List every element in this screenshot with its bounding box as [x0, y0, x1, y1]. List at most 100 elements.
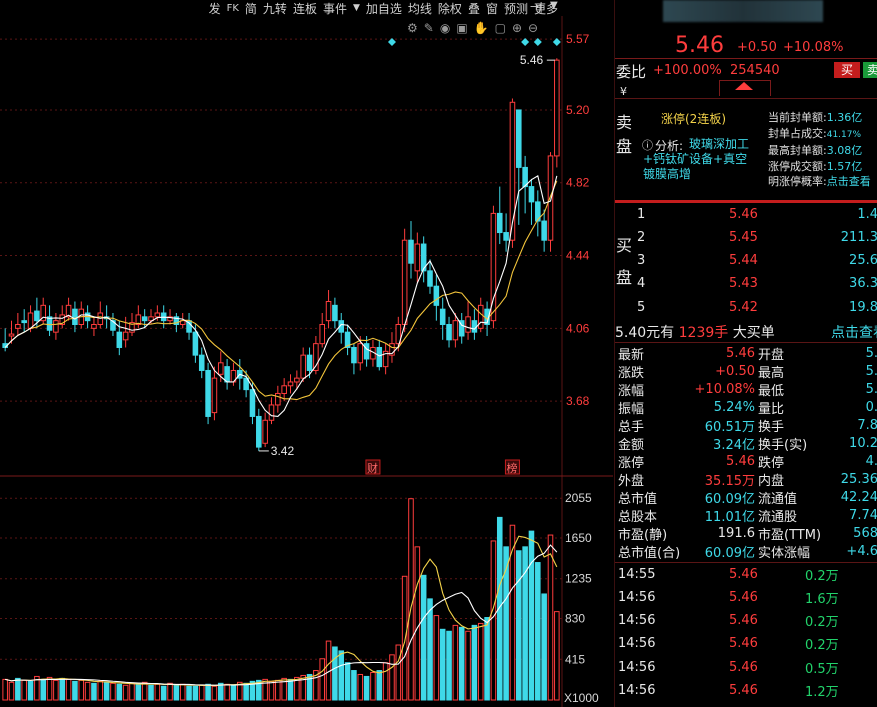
- volume-tick-label: 415: [565, 652, 585, 666]
- tick-volume: 1.2万: [805, 685, 839, 700]
- candle-body: [541, 220, 547, 241]
- quote-value-2: 5.: [865, 363, 877, 379]
- volume-bar: [8, 681, 15, 701]
- volume-bar: [452, 624, 459, 701]
- analysis-text[interactable]: 玻璃深加工+钙钛矿设备+真空镀膜高增: [643, 137, 755, 182]
- limitup-stats: 当前封单额:1.36亿 封单占成交:41.17% 最高封单额:3.08亿 涨停成…: [768, 111, 871, 188]
- toolbar-predict[interactable]: 预测: [504, 0, 528, 17]
- quote-label-2: 市盈(TTM): [758, 527, 822, 543]
- volume-bar: [211, 685, 218, 701]
- tick-time: 14:55: [618, 566, 656, 582]
- volume-bar: [2, 678, 8, 701]
- price-tick-label: 4.06: [566, 321, 590, 335]
- quote-label: 涨停: [618, 455, 645, 471]
- volume-bar: [528, 530, 535, 701]
- volume-bar: [338, 650, 345, 701]
- tick-time: 14:56: [618, 589, 656, 605]
- candle-body: [414, 243, 421, 272]
- bid-row[interactable]: 5 5.42 19.8: [615, 298, 877, 316]
- tick-price: 5.46: [729, 659, 758, 675]
- candle-body: [363, 343, 370, 360]
- candle-body: [319, 323, 325, 345]
- volume-bar: [332, 646, 338, 701]
- bid-row[interactable]: 3 5.44 25.6: [615, 252, 877, 270]
- quote-label: 涨幅: [618, 383, 645, 399]
- candle-body: [433, 285, 440, 306]
- quote-label-2: 流通值: [758, 491, 798, 507]
- zoom-out-icon[interactable]: ⊖: [528, 21, 544, 35]
- volume-bar: [535, 562, 541, 701]
- volume-bar: [370, 672, 376, 701]
- trash-icon[interactable]: ▣: [456, 21, 473, 35]
- tick-price: 5.46: [729, 636, 758, 652]
- bid-row[interactable]: 1 5.46 1.4: [615, 205, 877, 223]
- bid-row[interactable]: 4 5.43 36.3: [615, 275, 877, 293]
- volume-bar: [154, 683, 161, 701]
- candle-body: [351, 346, 357, 364]
- toolbar-fa[interactable]: 发: [209, 0, 221, 17]
- volume-bar: [477, 622, 484, 701]
- toolbar-window[interactable]: 窗: [486, 0, 498, 17]
- lock-icon[interactable]: ▢: [495, 21, 512, 35]
- quote-value: 5.46: [726, 453, 755, 469]
- toolbar-jiuzhuan[interactable]: 九转: [263, 0, 287, 17]
- collapse-icon[interactable]: →|: [530, 0, 543, 13]
- toolbar-jian[interactable]: 简: [245, 0, 257, 17]
- bid-level: 4: [637, 276, 646, 292]
- pen-icon[interactable]: ✎: [424, 21, 440, 35]
- limitup-prob-link[interactable]: 点击查看: [827, 175, 871, 188]
- quote-row: 市盈(静) 191.6 市盈(TTM) 568: [615, 524, 877, 543]
- volume-bar: [446, 630, 452, 701]
- volume-bar: [65, 678, 72, 701]
- quote-value: +10.08%: [694, 381, 755, 397]
- volume-bar: [547, 534, 554, 701]
- bid-level: 1: [637, 206, 646, 222]
- toolbar-fk[interactable]: FK: [227, 3, 239, 14]
- sell-button[interactable]: 卖: [863, 62, 877, 78]
- quote-value-2: 42.24: [840, 489, 877, 505]
- kline-chart[interactable]: 5.57 5.20 4.82 4.44 4.06 3.68 2055 1650 1235 830 4…: [0, 0, 613, 707]
- toolbar-dropdown-icon[interactable]: ▼: [353, 3, 360, 13]
- quote-label-2: 量比: [758, 401, 785, 417]
- volume-bar: [27, 680, 34, 701]
- last-price-marker: 5.46: [520, 53, 544, 67]
- kline-chart-area[interactable]: 5.57 5.20 4.82 4.44 4.06 3.68 2055 1650 1235 830 4…: [0, 0, 613, 707]
- toolbar-overlay[interactable]: 叠: [468, 0, 480, 17]
- toolbar-add-watchlist[interactable]: 加自选: [366, 0, 402, 17]
- bid-level: 2: [637, 229, 646, 245]
- quote-value: +0.50: [715, 363, 755, 379]
- volume-bar: [141, 681, 148, 701]
- candle-body: [198, 354, 205, 371]
- volume-bar: [21, 679, 27, 701]
- candle-body: [53, 320, 59, 333]
- volume-bar: [148, 684, 154, 701]
- bid-volume: 19.8: [849, 299, 877, 315]
- candle-body: [205, 369, 211, 417]
- quote-value: 5.46: [726, 345, 755, 361]
- volume-bar: [484, 617, 490, 701]
- eye-icon[interactable]: ◉: [440, 21, 456, 35]
- volume-bar: [554, 611, 560, 701]
- toolbar-events[interactable]: 事件: [323, 0, 347, 17]
- tick-row: 14:56 5.46 0.2万: [615, 612, 877, 630]
- quote-value: 3.24亿: [713, 437, 755, 453]
- settings-icon[interactable]: ⚙: [407, 21, 424, 35]
- volume-bar: [395, 644, 402, 701]
- volume-bar: [509, 524, 516, 701]
- volume-bar: [433, 615, 440, 701]
- candle-body: [503, 232, 509, 241]
- toolbar-ma[interactable]: 均线: [408, 0, 432, 17]
- candle-body: [477, 304, 484, 329]
- toolbar-lianban[interactable]: 连板: [293, 0, 317, 17]
- bid-row[interactable]: 2 5.45 211.3: [615, 228, 877, 246]
- buy-button[interactable]: 买: [834, 62, 860, 78]
- hand-icon[interactable]: ✋: [474, 21, 495, 35]
- chevron-down-icon[interactable]: ▼: [550, 0, 558, 11]
- big-order-link[interactable]: 点击查看: [831, 322, 877, 342]
- yen-icon: ¥: [620, 85, 627, 98]
- zoom-in-icon[interactable]: ⊕: [512, 21, 528, 35]
- volume-unit-label: X1000: [564, 691, 599, 705]
- candle-body: [306, 354, 313, 371]
- quote-label-2: 实体涨幅: [758, 545, 811, 561]
- toolbar-exright[interactable]: 除权: [438, 0, 462, 17]
